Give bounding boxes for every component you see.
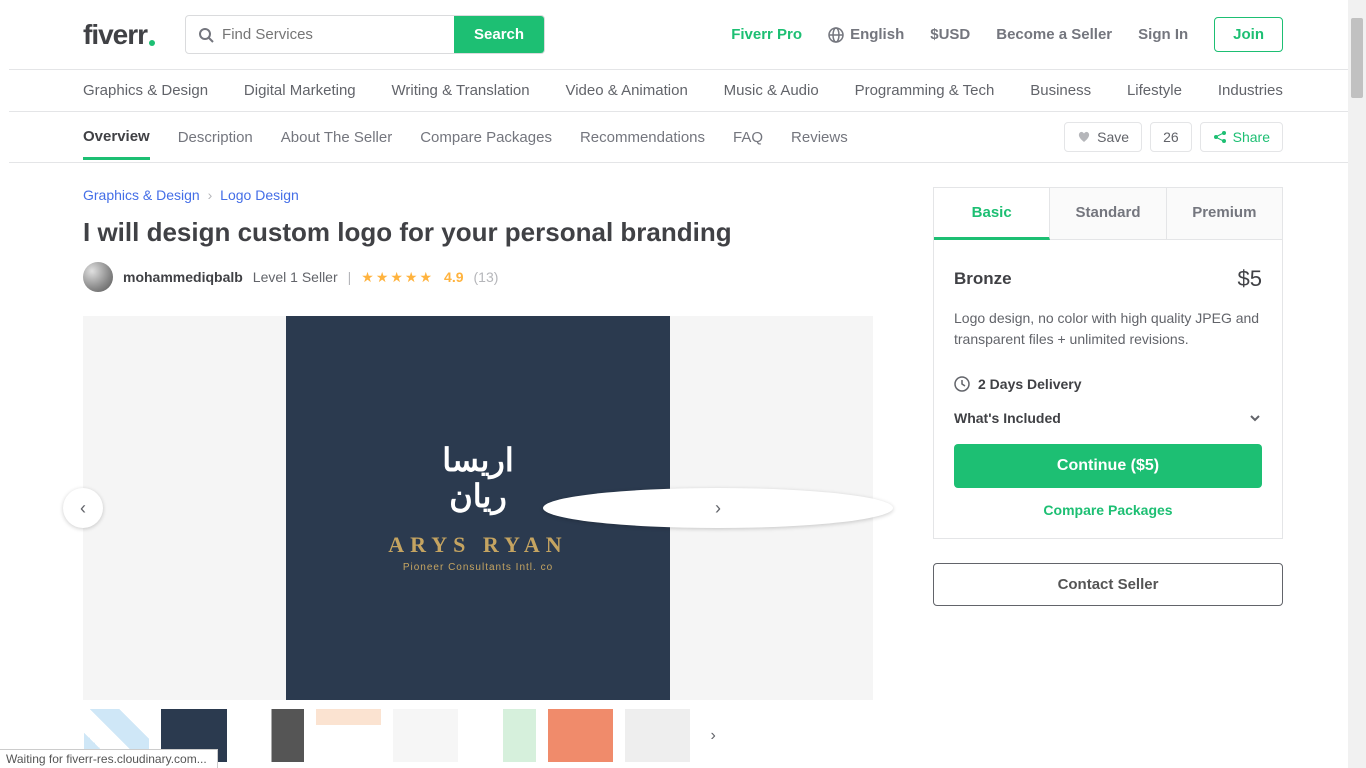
fiverr-logo[interactable]: fiverr [83, 19, 155, 51]
subnav-description[interactable]: Description [178, 129, 253, 146]
gig-title: I will design custom logo for your perso… [83, 217, 873, 248]
included-label: What's Included [954, 410, 1061, 426]
join-button[interactable]: Join [1214, 17, 1283, 52]
subnav-reviews[interactable]: Reviews [791, 129, 848, 146]
thumbnail[interactable] [238, 708, 305, 763]
save-count: 26 [1150, 122, 1192, 152]
cat-link[interactable]: Programming & Tech [855, 82, 995, 99]
cat-link[interactable]: Writing & Translation [392, 82, 530, 99]
share-button[interactable]: Share [1200, 122, 1283, 152]
share-label: Share [1233, 129, 1270, 145]
save-button[interactable]: Save [1064, 122, 1142, 152]
browser-scrollbar[interactable] [1348, 0, 1366, 768]
slide-arabic: اريسا ريان [442, 443, 514, 513]
header-nav: Fiverr Pro English $USD Become a Seller … [731, 17, 1283, 52]
package-price: $5 [1238, 266, 1262, 292]
package-panel: Bronze $5 Logo design, no color with hig… [934, 240, 1282, 538]
continue-button[interactable]: Continue ($5) [954, 444, 1262, 488]
seller-avatar[interactable] [83, 262, 113, 292]
compare-packages-link[interactable]: Compare Packages [954, 502, 1262, 518]
share-icon [1213, 130, 1227, 144]
search-input[interactable] [214, 16, 454, 53]
cat-link[interactable]: Lifestyle [1127, 82, 1182, 99]
contact-seller-button[interactable]: Contact Seller [933, 563, 1283, 606]
cat-link[interactable]: Video & Animation [565, 82, 687, 99]
chevron-right-icon: › [715, 498, 721, 519]
package-description: Logo design, no color with high quality … [954, 308, 1262, 350]
become-seller-link[interactable]: Become a Seller [996, 26, 1112, 43]
delivery-row: 2 Days Delivery [954, 376, 1262, 392]
language-label: English [850, 26, 904, 43]
thumbnail[interactable] [547, 708, 614, 763]
language-selector[interactable]: English [828, 26, 904, 43]
globe-icon [828, 27, 844, 43]
heart-icon [1077, 130, 1091, 144]
subnav-overview[interactable]: Overview [83, 128, 150, 160]
rating-value: 4.9 [444, 269, 463, 285]
subnav-recommendations[interactable]: Recommendations [580, 129, 705, 146]
tab-premium[interactable]: Premium [1167, 188, 1282, 240]
chevron-left-icon: ‹ [80, 498, 86, 519]
breadcrumb: Graphics & Design › Logo Design [83, 187, 873, 203]
currency-selector[interactable]: $USD [930, 26, 970, 43]
delivery-text: 2 Days Delivery [978, 376, 1082, 392]
review-count: (13) [474, 269, 499, 285]
thumbnail[interactable] [624, 708, 691, 763]
cat-link[interactable]: Business [1030, 82, 1091, 99]
breadcrumb-a[interactable]: Graphics & Design [83, 187, 200, 203]
gallery-prev-button[interactable]: ‹ [63, 488, 103, 528]
tab-standard[interactable]: Standard [1050, 188, 1166, 240]
seller-level: Level 1 Seller [253, 269, 338, 285]
gig-subnav: Overview Description About The Seller Co… [9, 112, 1357, 163]
gig-gallery: ‹ اريسا ريان ARYS RYAN Pioneer Consultan… [83, 316, 873, 700]
seller-name[interactable]: mohammediqbalb [123, 269, 243, 285]
slide-tagline: Pioneer Consultants Intl. co [403, 562, 553, 573]
nav-fiverr-pro[interactable]: Fiverr Pro [731, 26, 802, 43]
cat-link[interactable]: Graphics & Design [83, 82, 208, 99]
save-label: Save [1097, 129, 1129, 145]
cat-link[interactable]: Music & Audio [724, 82, 819, 99]
clock-icon [954, 376, 970, 392]
seller-row: mohammediqbalb Level 1 Seller | ★★★★★ 4.… [83, 262, 873, 292]
chevron-right-icon: › [208, 187, 213, 203]
breadcrumb-b[interactable]: Logo Design [220, 187, 299, 203]
slide-logo-text: ARYS RYAN [388, 532, 567, 558]
divider: | [348, 269, 352, 285]
thumbnail[interactable] [469, 708, 536, 763]
cat-link[interactable]: Industries [1218, 82, 1283, 99]
package-box: Basic Standard Premium Bronze $5 Logo de… [933, 187, 1283, 539]
search-button[interactable]: Search [454, 16, 544, 53]
whats-included-toggle[interactable]: What's Included [954, 410, 1262, 426]
search-icon [186, 16, 214, 53]
category-bar: Graphics & Design Digital Marketing Writ… [9, 70, 1357, 112]
signin-link[interactable]: Sign In [1138, 26, 1188, 43]
thumbnails-next-button[interactable]: › [701, 721, 725, 751]
package-name: Bronze [954, 269, 1012, 289]
package-tabs: Basic Standard Premium [934, 188, 1282, 240]
subnav-compare-packages[interactable]: Compare Packages [420, 129, 552, 146]
tab-basic[interactable]: Basic [934, 188, 1050, 240]
thumbnail[interactable] [315, 708, 382, 763]
cat-link[interactable]: Digital Marketing [244, 82, 356, 99]
search-bar: Search [185, 15, 545, 54]
subnav-faq[interactable]: FAQ [733, 129, 763, 146]
browser-status-bar: Waiting for fiverr-res.cloudinary.com... [0, 749, 218, 768]
gallery-next-button[interactable]: › [543, 488, 893, 528]
chevron-right-icon: › [711, 727, 716, 745]
site-header: fiverr Search Fiverr Pro English $USD Be… [9, 0, 1357, 70]
subnav-about-seller[interactable]: About The Seller [281, 129, 392, 146]
star-rating-icon: ★★★★★ [361, 269, 434, 286]
chevron-down-icon [1248, 411, 1262, 425]
thumbnail[interactable] [392, 708, 459, 763]
